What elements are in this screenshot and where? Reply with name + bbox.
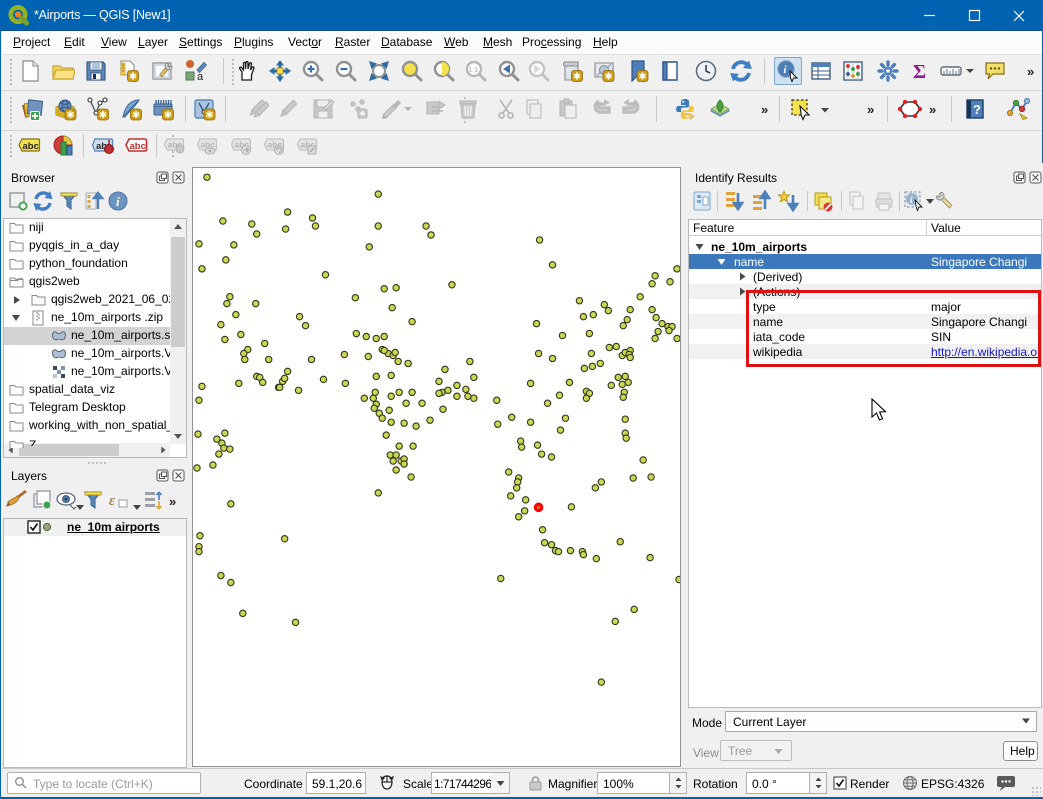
- svg-text:abc: abc: [23, 141, 39, 152]
- svg-text:ε: ε: [109, 493, 115, 509]
- svg-text:a: a: [197, 71, 204, 83]
- svg-text:?: ?: [973, 102, 981, 117]
- svg-text:abc: abc: [130, 141, 146, 152]
- svg-text:1:1: 1:1: [469, 67, 479, 74]
- svg-text:Σ: Σ: [913, 61, 926, 83]
- svg-text:i: i: [116, 194, 120, 209]
